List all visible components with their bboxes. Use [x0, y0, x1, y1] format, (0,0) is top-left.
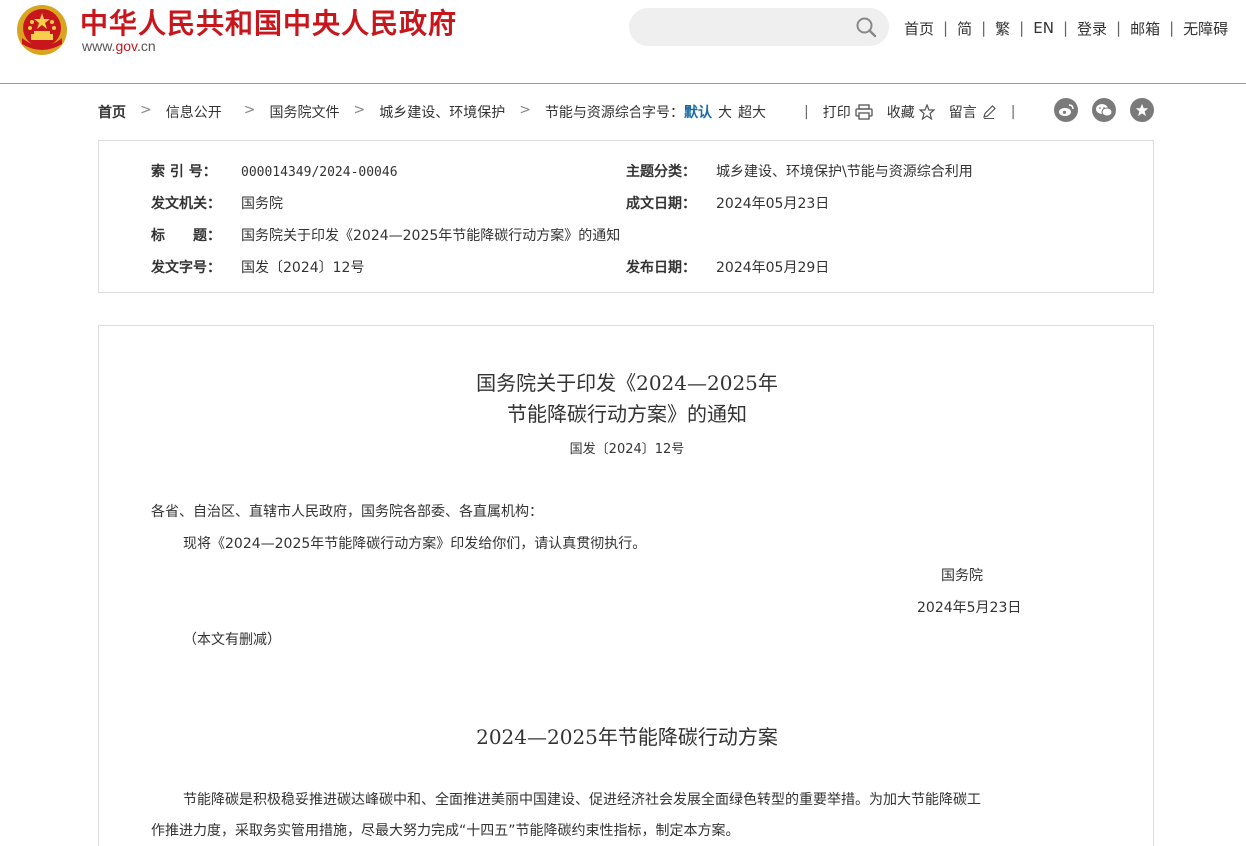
info-doc-number: 发文字号： 国发〔2024〕12号 — [151, 257, 364, 277]
article-doc-number: 国发〔2024〕12号 — [569, 442, 685, 457]
doc-number-value: 国发〔2024〕12号 — [241, 260, 365, 276]
star-outline-icon — [918, 104, 935, 120]
issuer-value: 国务院 — [241, 196, 283, 212]
info-index: 索 引 号： 000014349/2024-00046 — [151, 161, 398, 181]
title-label: 标 题： — [151, 228, 221, 244]
font-size-default[interactable]: 默认 — [684, 105, 712, 121]
doc-number-label: 发文字号： — [151, 260, 221, 276]
divider: | — [1019, 19, 1025, 37]
search-input[interactable] — [629, 8, 889, 46]
font-size-selector: 字号：默认大超大 — [640, 102, 766, 122]
signature: 国务院 — [941, 568, 983, 584]
printer-icon — [855, 104, 873, 120]
top-nav: 首页 | 简 | 繁 | EN | 登录 | 邮箱 | 无障碍 — [904, 17, 1228, 39]
issuer-label: 发文机关： — [151, 196, 221, 212]
star-icon[interactable] — [1130, 98, 1154, 122]
topic-label: 主题分类： — [626, 164, 696, 180]
nav-login[interactable]: 登录 — [1077, 18, 1107, 39]
national-emblem-icon[interactable] — [16, 4, 68, 56]
info-published-date: 发布日期： 2024年05月29日 — [626, 257, 829, 277]
nav-mail[interactable]: 邮箱 — [1130, 18, 1160, 39]
divider: | — [1116, 19, 1122, 37]
site-title[interactable]: 中华人民共和国中央人民政府 — [80, 2, 457, 42]
info-written-date: 成文日期： 2024年05月23日 — [626, 193, 829, 213]
chevron-right-icon: > — [140, 102, 152, 118]
article-body: 国务院关于印发《2024—2025年 节能降碳行动方案》的通知 国发〔2024〕… — [98, 325, 1154, 846]
document-info-box: 索 引 号： 000014349/2024-00046 主题分类： 城乡建设、环境保… — [98, 140, 1154, 293]
divider: | — [943, 19, 949, 37]
url-gov: gov — [115, 38, 137, 54]
info-issuer: 发文机关： 国务院 — [151, 193, 283, 213]
divider: | — [1010, 104, 1016, 120]
info-title: 标 题： 国务院关于印发《2024—2025年节能降碳行动方案》的通知 — [151, 225, 620, 245]
font-size-xlarge[interactable]: 超大 — [738, 105, 766, 121]
breadcrumb: 首页 > 信息公开 > 国务院文件 > 城乡建设、环境保护 > 节能与资源综合利… — [98, 102, 671, 122]
chevron-right-icon: > — [353, 102, 366, 118]
nav-traditional[interactable]: 繁 — [995, 18, 1010, 39]
nav-english[interactable]: EN — [1033, 19, 1054, 37]
salutation: 各省、自治区、直辖市人民政府，国务院各部委、各直属机构： — [151, 504, 543, 520]
search-icon[interactable] — [855, 16, 877, 38]
signature-date: 2024年5月23日 — [917, 600, 1022, 616]
breadcrumb-bar: 首页 > 信息公开 > 国务院文件 > 城乡建设、环境保护 > 节能与资源综合利… — [98, 98, 1156, 124]
deletion-note: （本文有删减） — [183, 632, 281, 648]
font-size-large[interactable]: 大 — [718, 105, 732, 121]
breadcrumb-home[interactable]: 首页 — [98, 102, 126, 122]
chevron-right-icon: > — [243, 102, 256, 118]
weibo-icon[interactable] — [1054, 98, 1078, 122]
comment-button[interactable]: 留言 — [949, 102, 997, 122]
index-label: 索 引 号： — [151, 164, 217, 180]
article-title-line-2: 节能降碳行动方案》的通知 — [507, 402, 747, 426]
divider: | — [804, 104, 809, 120]
font-size-label: 字号： — [642, 105, 684, 121]
body-paragraph: 现将《2024—2025年节能降碳行动方案》印发给你们，请认真贯彻执行。 — [183, 536, 647, 552]
divider: | — [1169, 19, 1175, 37]
nav-home[interactable]: 首页 — [904, 18, 934, 39]
chevron-right-icon: > — [519, 102, 531, 118]
url-suffix: .cn — [137, 38, 156, 54]
plan-title: 2024—2025年节能降碳行动方案 — [476, 725, 778, 749]
site-header: 中华人民共和国中央人民政府 www.gov.cn 首页 | 简 | 繁 | EN | 登… — [0, 0, 1246, 84]
info-topic: 主题分类： 城乡建设、环境保护\节能与资源综合利用 — [626, 161, 973, 181]
url-prefix: www. — [82, 38, 116, 54]
article-tools: | 打印 收藏 留言 | — [790, 102, 1029, 122]
print-button[interactable]: 打印 — [823, 102, 873, 122]
comment-label: 留言 — [948, 105, 977, 121]
site-url: www.gov.cn — [82, 38, 156, 54]
written-date-value: 2024年05月23日 — [716, 196, 830, 212]
print-label: 打印 — [822, 105, 851, 121]
divider: | — [981, 19, 987, 37]
intro-line-2: 作推进力度，采取务实管用措施，尽最大努力完成“十四五”节能降碳约束性指标，制定本… — [151, 823, 740, 839]
pencil-icon — [982, 105, 996, 119]
written-date-label: 成文日期： — [626, 196, 696, 212]
published-date-label: 发布日期： — [626, 260, 696, 276]
title-value: 国务院关于印发《2024—2025年节能降碳行动方案》的通知 — [241, 228, 621, 244]
favorite-label: 收藏 — [886, 105, 915, 121]
divider: | — [1062, 19, 1068, 37]
topic-value: 城乡建设、环境保护\节能与资源综合利用 — [716, 164, 973, 180]
breadcrumb-urban-env[interactable]: 城乡建设、环境保护 — [379, 102, 505, 122]
nav-simplified[interactable]: 简 — [957, 18, 972, 39]
breadcrumb-state-council-docs[interactable]: 国务院文件 — [269, 102, 339, 122]
nav-accessibility[interactable]: 无障碍 — [1183, 18, 1228, 39]
index-value: 000014349/2024-00046 — [241, 165, 398, 180]
favorite-button[interactable]: 收藏 — [887, 102, 935, 122]
intro-line-1: 节能降碳是积极稳妥推进碳达峰碳中和、全面推进美丽中国建设、促进经济社会发展全面绿… — [183, 792, 981, 808]
share-buttons — [1054, 98, 1154, 122]
article-title-line-1: 国务院关于印发《2024—2025年 — [476, 371, 778, 395]
published-date-value: 2024年05月29日 — [716, 260, 830, 276]
wechat-icon[interactable] — [1092, 98, 1116, 122]
breadcrumb-info-public[interactable]: 信息公开 — [166, 102, 222, 122]
